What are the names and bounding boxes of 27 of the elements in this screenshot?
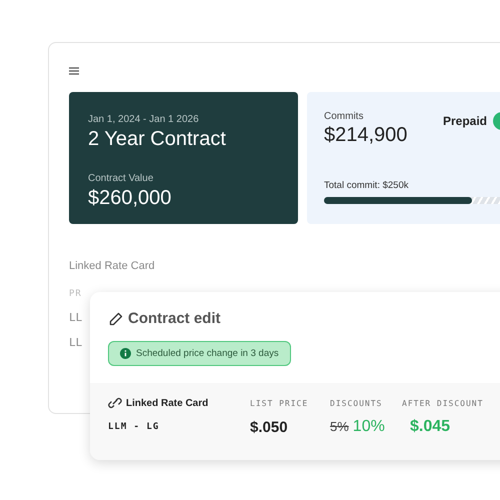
table-cell: LL (69, 311, 82, 324)
new-discount: 10% (352, 418, 385, 436)
list-price: $.050 (250, 418, 289, 436)
link-icon (108, 397, 122, 409)
old-discount: 5% (330, 419, 349, 434)
edit-title: Contract edit (128, 310, 221, 327)
discounted-price: $.045 (410, 418, 452, 436)
column-header: LIST PRICE (250, 398, 310, 408)
contract-dates: Jan 1, 2024 - Jan 1 2026 (88, 114, 199, 125)
commits-label: Commits (324, 111, 364, 122)
table-cell: LL (69, 336, 82, 349)
toggle-label: Prepaid (442, 114, 487, 128)
menu-icon[interactable] (69, 67, 79, 75)
contract-title: 2 Year Contract (88, 128, 226, 151)
rate-card-title: Linked Rate Card (69, 260, 155, 272)
commits-amount: $214,900 (324, 124, 408, 147)
column-header: PR (69, 289, 82, 299)
rate-card-header: Linked Rate Card (126, 398, 208, 408)
pencil-icon (109, 312, 123, 326)
rate-name: LLM - LG (108, 422, 160, 432)
notice-text: Scheduled price change in 3 days (136, 348, 279, 359)
column-header: AFTER DISCOUNT (402, 398, 484, 408)
column-header: DISCOUNTS (330, 398, 384, 408)
total-commit: Total commit: $250k (324, 180, 408, 191)
contract-value: $260,000 (88, 187, 172, 210)
info-icon (120, 348, 131, 359)
contract-value-label: Contract Value (88, 173, 154, 184)
